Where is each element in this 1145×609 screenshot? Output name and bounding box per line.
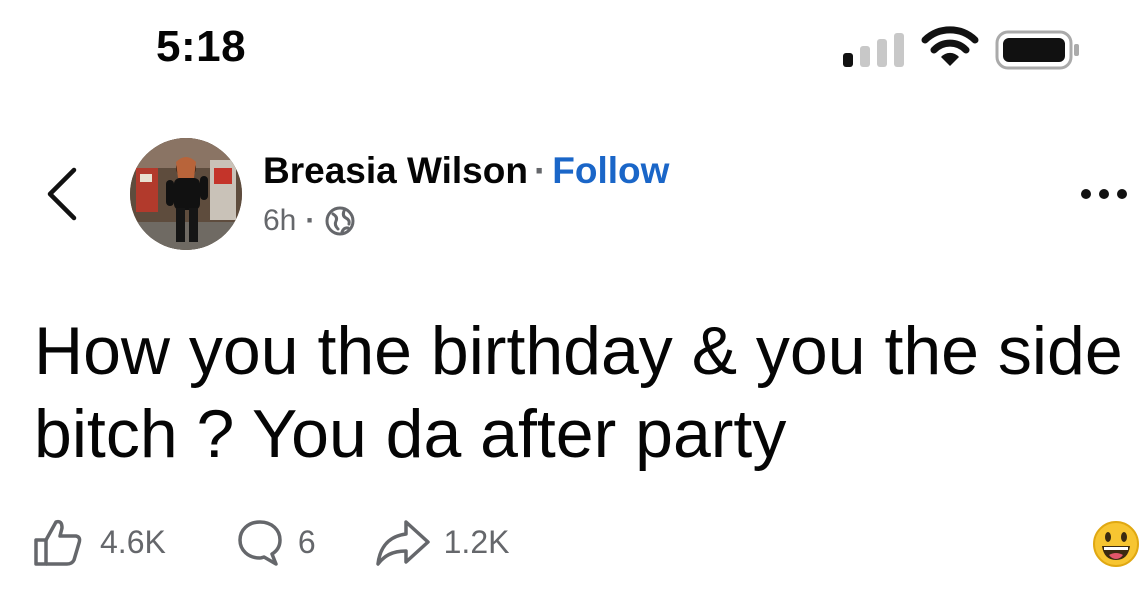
- battery-icon: [995, 30, 1079, 70]
- like-count: 4.6K: [100, 523, 166, 560]
- avatar[interactable]: [130, 138, 242, 250]
- avatar-photo: [130, 138, 242, 250]
- follow-button[interactable]: Follow: [552, 150, 669, 191]
- comment-count: 6: [297, 523, 316, 560]
- post-actions: 4.6K 6 1.2K: [32, 512, 509, 572]
- globe-icon: [325, 206, 355, 236]
- share-arrow-icon: [375, 520, 430, 566]
- share-button[interactable]: 1.2K: [374, 516, 510, 568]
- author-line: Breasia Wilson · Follow: [263, 150, 669, 192]
- more-options-icon[interactable]: [1078, 184, 1130, 204]
- comment-bubble-icon: [238, 520, 282, 566]
- thumbs-up-icon: [34, 519, 82, 566]
- name-separator: ·: [533, 150, 547, 191]
- grinning-emoji-icon[interactable]: [1092, 520, 1140, 568]
- post-age[interactable]: 6h: [263, 204, 296, 238]
- post-text: How you the birthday & you the side bitc…: [34, 313, 1123, 472]
- author-name[interactable]: Breasia Wilson: [263, 150, 528, 191]
- post-meta: 6h ·: [263, 204, 356, 238]
- cellular-signal-icon: [843, 33, 904, 67]
- like-button[interactable]: 4.6K: [32, 516, 166, 568]
- back-chevron-icon[interactable]: [44, 166, 80, 222]
- wifi-icon: [921, 26, 979, 66]
- meta-separator: ·: [305, 204, 316, 237]
- comment-button[interactable]: 6: [234, 516, 316, 568]
- status-time: 5:18: [156, 22, 247, 71]
- share-count: 1.2K: [443, 523, 510, 560]
